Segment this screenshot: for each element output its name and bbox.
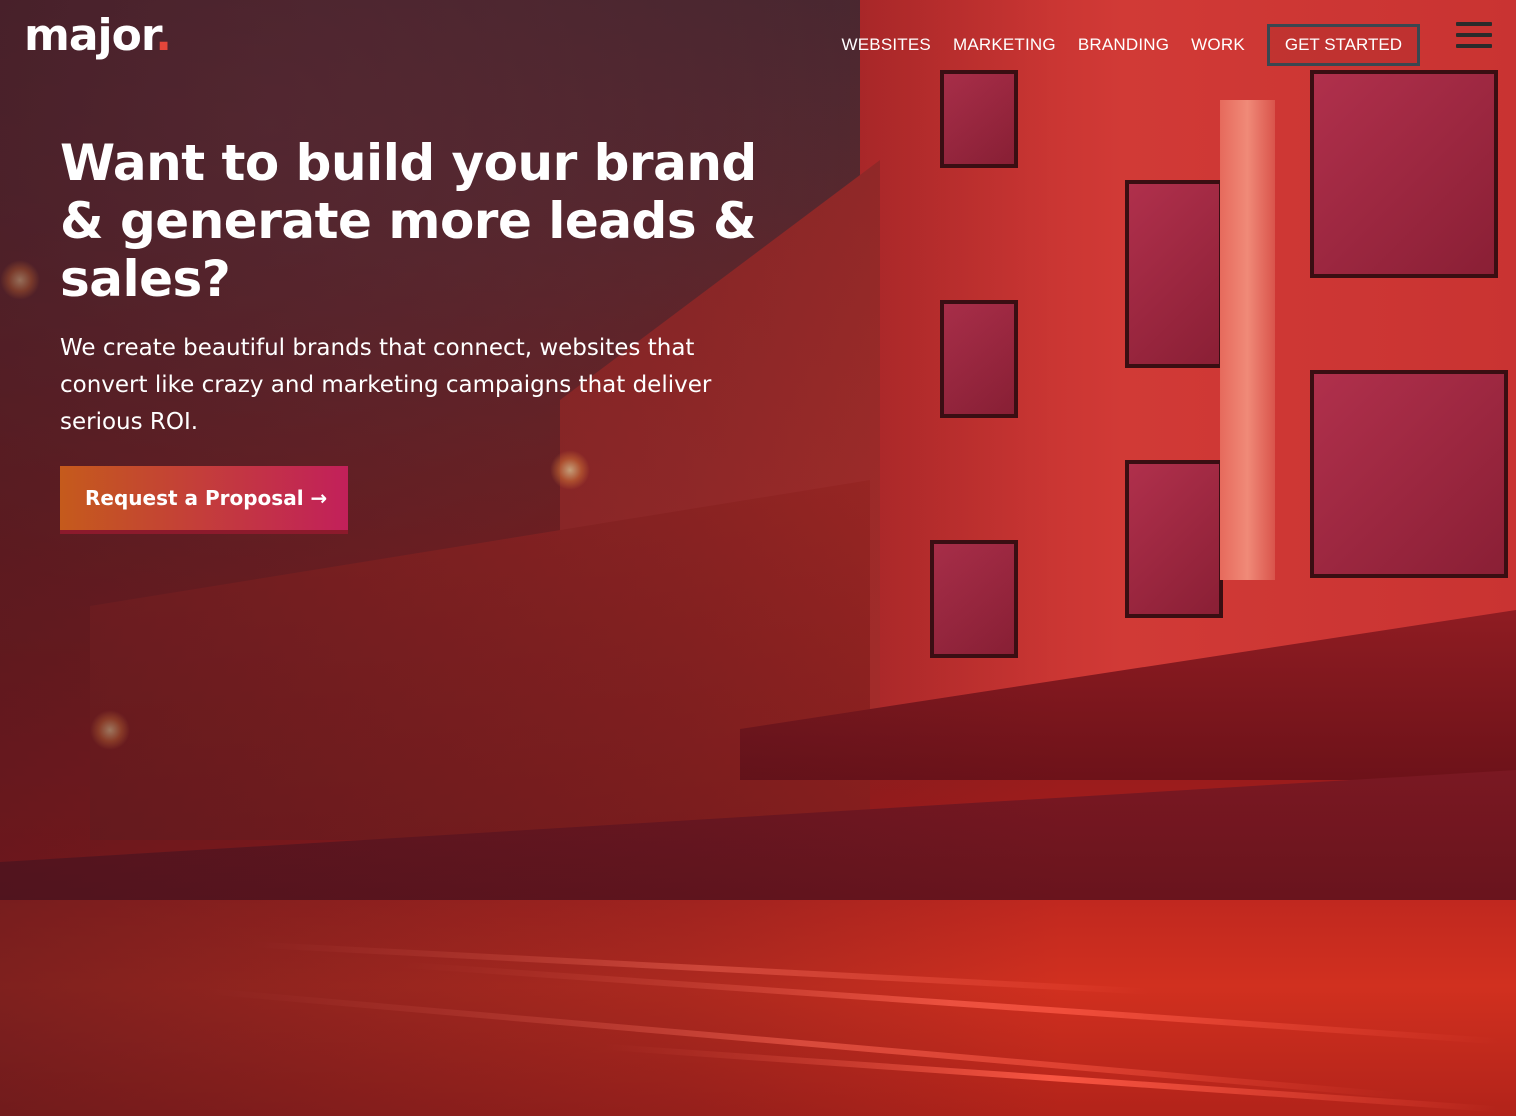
nav-branding[interactable]: BRANDING <box>1078 35 1169 55</box>
hero-headline: Want to build your brand & generate more… <box>60 134 757 308</box>
main-nav: WEBSITES MARKETING BRANDING WORK GET STA… <box>820 24 1420 66</box>
nav-work[interactable]: WORK <box>1191 35 1245 55</box>
request-proposal-label: Request a Proposal → <box>85 486 328 510</box>
menu-bar <box>1456 22 1492 26</box>
menu-bar <box>1456 33 1492 37</box>
nav-marketing[interactable]: MARKETING <box>953 35 1056 55</box>
request-proposal-button[interactable]: Request a Proposal → <box>60 466 348 534</box>
get-started-button[interactable]: GET STARTED <box>1266 24 1420 66</box>
menu-icon[interactable] <box>1456 22 1492 50</box>
nav-websites[interactable]: WEBSITES <box>842 35 931 55</box>
menu-bar <box>1456 44 1492 48</box>
logo[interactable]: major. <box>24 10 172 61</box>
hero-subheadline: We create beautiful brands that connect,… <box>60 335 712 435</box>
logo-dot: . <box>155 10 172 61</box>
logo-text: major <box>24 10 156 61</box>
